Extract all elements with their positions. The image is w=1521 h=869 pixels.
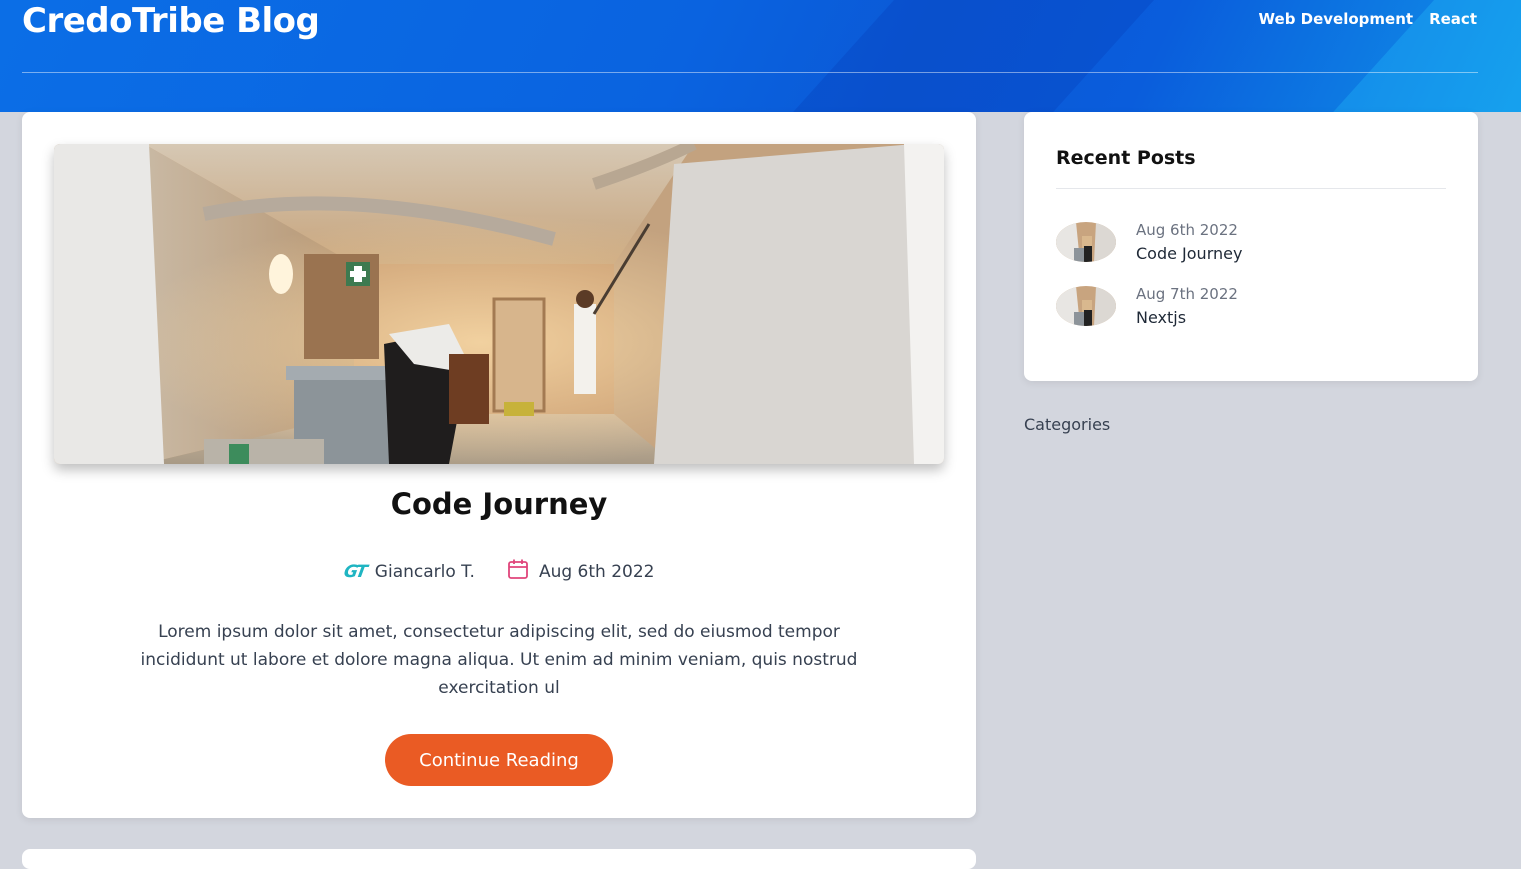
next-post-card xyxy=(22,849,976,869)
post-card: Code Journey GT Giancarlo T. Aug 6th 202… xyxy=(22,112,976,818)
header-divider xyxy=(22,72,1478,73)
recent-post-thumbnail[interactable] xyxy=(1056,222,1116,262)
recent-post-date: Aug 7th 2022 xyxy=(1136,285,1238,303)
categories-heading: Categories xyxy=(1024,415,1111,434)
continue-reading-button[interactable]: Continue Reading xyxy=(385,734,613,786)
recent-posts-widget: Recent Posts Aug 6th 2022 Code Journey A… xyxy=(1024,112,1478,381)
site-header: CredoTribe Blog Web Development React xyxy=(0,0,1521,112)
recent-post-title[interactable]: Nextjs xyxy=(1136,306,1238,330)
recent-post-thumbnail[interactable] xyxy=(1056,286,1116,326)
nav-link-web-development[interactable]: Web Development xyxy=(1259,9,1414,29)
calendar-icon xyxy=(507,558,529,585)
post-title[interactable]: Code Journey xyxy=(22,486,976,522)
author-logo-icon: GT xyxy=(341,561,367,582)
post-date-text: Aug 6th 2022 xyxy=(538,561,655,582)
recent-posts-title: Recent Posts xyxy=(1056,147,1196,169)
site-title[interactable]: CredoTribe Blog xyxy=(22,1,320,41)
post-excerpt: Lorem ipsum dolor sit amet, consectetur … xyxy=(140,622,858,698)
nav-link-react[interactable]: React xyxy=(1429,9,1477,29)
construction-photo xyxy=(54,144,944,464)
author-name: Giancarlo T. xyxy=(374,561,475,582)
recent-posts-divider xyxy=(1056,188,1446,189)
post-author: GT Giancarlo T. xyxy=(341,561,475,582)
post-featured-image[interactable] xyxy=(54,144,944,464)
recent-post-date: Aug 6th 2022 xyxy=(1136,221,1238,239)
recent-post-title[interactable]: Code Journey xyxy=(1136,242,1242,266)
recent-post-item[interactable]: Aug 7th 2022 Nextjs xyxy=(1056,284,1446,328)
recent-post-item[interactable]: Aug 6th 2022 Code Journey xyxy=(1056,220,1446,264)
post-meta: GT Giancarlo T. Aug 6th 2022 xyxy=(22,558,976,585)
main-nav: Web Development React xyxy=(1259,9,1477,29)
post-date: Aug 6th 2022 xyxy=(507,558,655,585)
header-decor-stripe xyxy=(758,0,1182,112)
